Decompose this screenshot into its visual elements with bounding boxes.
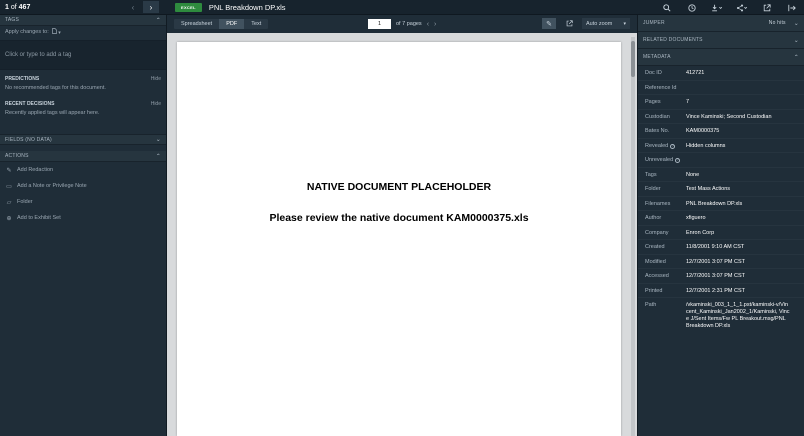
metadata-row-doc-id: Doc ID 412721	[638, 66, 804, 81]
exhibit-icon: ⊕	[6, 215, 12, 222]
redaction-icon: ✎	[6, 167, 12, 174]
tab-text[interactable]: Text	[244, 19, 268, 29]
tab-spreadsheet[interactable]: Spreadsheet	[174, 19, 219, 29]
tag-input[interactable]: Click or type to add a tag	[0, 40, 166, 70]
caret-down-icon: ▾	[623, 20, 626, 27]
document-title: PNL Breakdown DP.xls	[208, 3, 286, 12]
metadata-row-custodian: Custodian Vince Kaminski; Second Custodia…	[638, 110, 804, 124]
predictions-header: PREDICTIONS Hide	[5, 76, 161, 82]
search-icon	[662, 3, 671, 12]
folder-button[interactable]: ▱ Folder	[0, 194, 166, 210]
view-mode-tabs: Spreadsheet PDF Text	[174, 19, 269, 29]
add-redaction-button[interactable]: ✎ Add Redaction	[0, 162, 166, 178]
metadata-row-folder: Folder Test Mass Actions	[638, 182, 804, 197]
history-icon	[687, 3, 696, 12]
tab-pdf[interactable]: PDF	[219, 19, 245, 29]
metadata-row-modified: Modified 12/7/2001 3:07 PM CST	[638, 255, 804, 269]
download-button[interactable]	[704, 0, 729, 15]
previous-document-button[interactable]: ‹	[125, 1, 141, 13]
download-icon	[711, 4, 722, 11]
scrollbar-thumb[interactable]	[631, 41, 635, 77]
next-document-button[interactable]: ›	[143, 1, 159, 13]
metadata-row-path: Path/vkaminski_003_1_1_1.pst/kaminski-v/…	[645, 302, 790, 329]
metadata-row-bates-no: Bates No. KAM0000375	[638, 124, 804, 139]
page-navigator: 1 of 7 pages ‹ ›	[368, 19, 436, 29]
folder-icon: ▱	[6, 199, 12, 206]
document-counter: 1 of 467	[5, 4, 31, 11]
file-type-badge: EXCEL	[175, 3, 202, 12]
search-button[interactable]	[654, 0, 679, 15]
apply-scope-dropdown[interactable]: ▾	[51, 28, 61, 36]
predictions-text: No recommended tags for this document.	[5, 85, 106, 91]
chevron-up-icon: ⌃	[155, 17, 161, 24]
metadata-row-reference-id: Reference Id	[638, 81, 804, 95]
popout-icon	[566, 20, 573, 27]
chevron-up-icon: ⌃	[793, 54, 799, 61]
viewer-scrollbar[interactable]	[631, 37, 635, 436]
metadata-row-accessed: Accessed 12/7/2001 3:07 PM CST	[638, 269, 804, 284]
metadata-row-revealed: Revealed? Hidden columns	[638, 139, 804, 153]
add-note-button[interactable]: ▭ Add a Note or Privilege Note	[0, 178, 166, 194]
chevron-down-icon: ⌄	[793, 37, 799, 44]
top-bar: 1 of 467 ‹ › EXCEL PNL Breakdown DP.xls	[0, 0, 804, 15]
metadata-row-filenames: Filenames PNL Breakdown DP.xls	[638, 197, 804, 211]
tags-section-header[interactable]: TAGS ⌃	[0, 15, 166, 26]
apply-changes-to: Apply changes to: ▾	[5, 28, 61, 36]
document-navigator: 1 of 467 ‹ ›	[0, 0, 167, 15]
fields-section-header[interactable]: FIELDS (No Data) ⌄	[0, 134, 166, 145]
jumper-section-header[interactable]: JUMPER No hits ⌄	[638, 15, 804, 32]
chevron-left-icon: ‹	[131, 2, 135, 12]
chevron-up-icon: ⌃	[155, 153, 161, 160]
chevron-right-icon: ›	[149, 2, 153, 12]
actions-section-header[interactable]: ACTIONS ⌃	[0, 151, 166, 162]
popout-button[interactable]	[562, 18, 576, 29]
metadata-row-printed: Printed 12/7/2001 2:31 PM CST	[638, 284, 804, 298]
page-count: of 7 pages	[396, 21, 422, 27]
right-panel: JUMPER No hits ⌄ RELATED DOCUMENTS ⌄ MET…	[637, 15, 804, 436]
add-to-exhibit-set-button[interactable]: ⊕ Add to Exhibit Set	[0, 210, 166, 226]
jumper-hits: No hits	[768, 20, 786, 26]
metadata-row-company: Company Enron Corp	[638, 226, 804, 240]
document-icon	[51, 28, 57, 34]
previous-page-button[interactable]: ‹	[427, 21, 429, 28]
metadata-row-author: Author xfiguero	[638, 211, 804, 226]
note-icon: ▭	[6, 183, 12, 190]
open-external-button[interactable]	[754, 0, 779, 15]
external-link-icon	[763, 3, 771, 11]
metadata-row-tags: Tags None	[638, 168, 804, 182]
recent-decisions-text: Recently applied tags will appear here.	[5, 110, 100, 116]
help-icon[interactable]: ?	[670, 143, 676, 149]
next-page-button[interactable]: ›	[434, 21, 436, 28]
recent-decisions-hide-link[interactable]: Hide	[151, 101, 161, 107]
share-button[interactable]	[729, 0, 754, 15]
exit-button[interactable]	[779, 0, 804, 15]
left-panel: TAGS ⌃ Apply changes to: ▾ Click or type…	[0, 15, 167, 436]
page-number-input[interactable]: 1	[368, 19, 391, 29]
placeholder-message: Please review the native document KAM000…	[269, 212, 529, 224]
related-documents-header[interactable]: RELATED DOCUMENTS ⌄	[638, 32, 804, 49]
document-page: NATIVE DOCUMENT PLACEHOLDER Please revie…	[177, 42, 621, 436]
chevron-down-icon: ⌄	[793, 20, 799, 27]
share-icon	[736, 4, 747, 11]
annotate-button[interactable]: ✎	[542, 18, 556, 29]
metadata-section-header[interactable]: METADATA ⌃	[638, 49, 804, 66]
chevron-down-icon: ▾	[58, 30, 61, 36]
viewer-toolbar: Spreadsheet PDF Text 1 of 7 pages ‹ › ✎ …	[167, 15, 637, 33]
pen-icon: ✎	[546, 20, 552, 28]
predictions-hide-link[interactable]: Hide	[151, 76, 161, 82]
placeholder-title: NATIVE DOCUMENT PLACEHOLDER	[306, 181, 492, 193]
metadata-row-created: Created 11/8/2001 9:10 AM CST	[638, 240, 804, 255]
chevron-down-icon: ⌄	[155, 137, 161, 143]
zoom-select[interactable]: Auto zoom ▾	[582, 18, 630, 29]
recent-decisions-header: RECENT DECISIONS Hide	[5, 101, 161, 107]
metadata-row-unrevealed: Unrevealed?	[638, 153, 804, 168]
history-button[interactable]	[679, 0, 704, 15]
metadata-row-pages: Pages 7	[638, 95, 804, 110]
help-icon[interactable]: ?	[675, 158, 681, 163]
exit-icon	[787, 4, 796, 11]
document-viewer: Spreadsheet PDF Text 1 of 7 pages ‹ › ✎ …	[167, 15, 637, 436]
